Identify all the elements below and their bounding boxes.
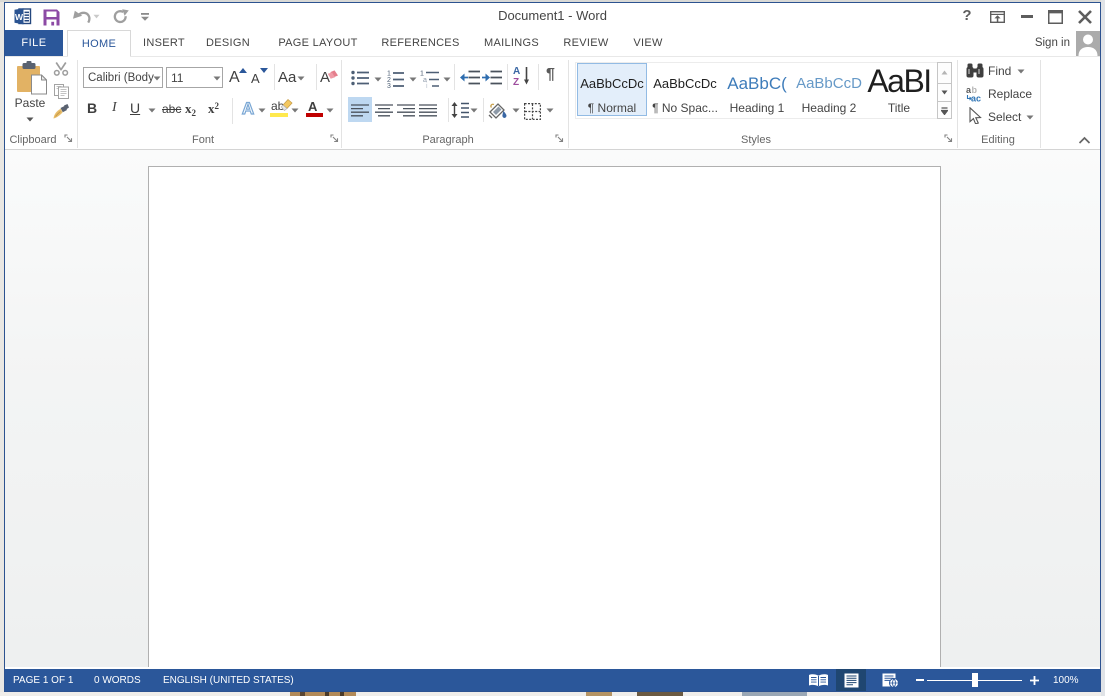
svg-text:A: A bbox=[242, 99, 254, 117]
svg-text:W: W bbox=[15, 12, 24, 22]
svg-text:ac: ac bbox=[971, 94, 981, 103]
svg-text:A: A bbox=[513, 66, 520, 77]
svg-text:3: 3 bbox=[387, 83, 391, 88]
svg-text:i: i bbox=[426, 83, 428, 88]
svg-text:Z: Z bbox=[513, 77, 519, 86]
